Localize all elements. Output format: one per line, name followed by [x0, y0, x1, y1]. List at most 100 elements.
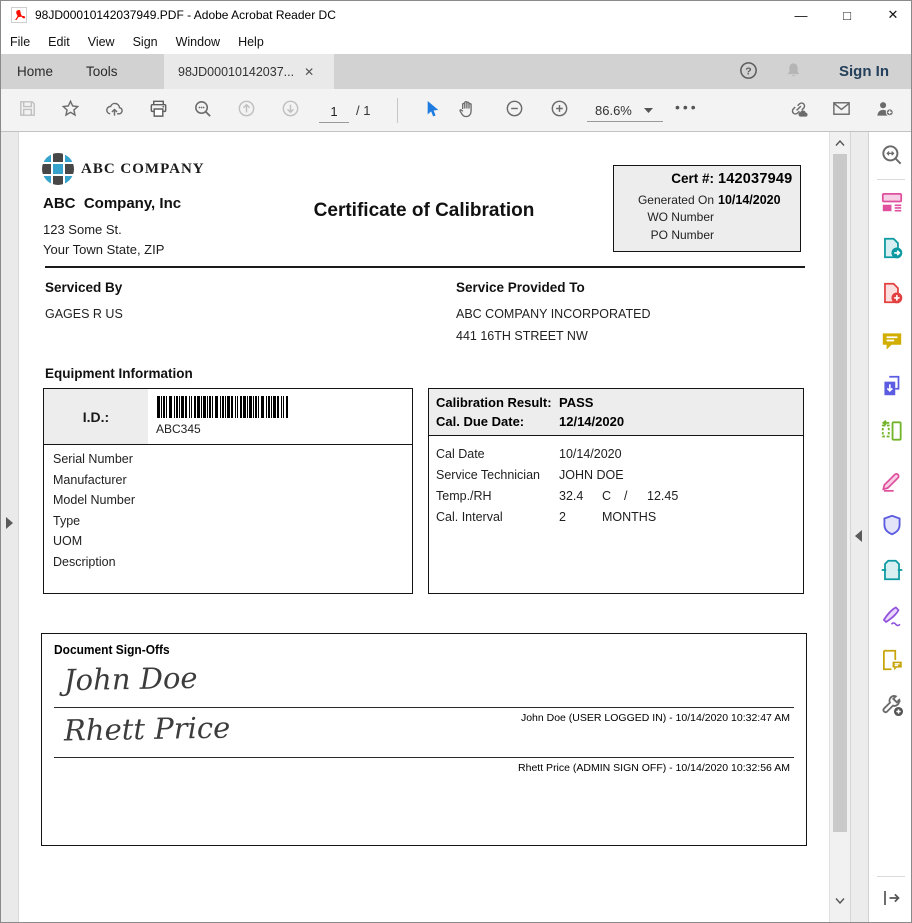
generated-on-value: 10/14/2020 — [718, 192, 781, 210]
search-tools-button[interactable] — [875, 141, 908, 174]
next-page-button[interactable] — [272, 93, 308, 128]
create-pdf-icon — [879, 280, 905, 311]
page-total-label: / 1 — [356, 103, 370, 118]
company-logo-text: ABC COMPANY — [81, 161, 205, 178]
fill-sign-pen-icon — [879, 602, 905, 633]
equipment-id-label: I.D.: — [44, 389, 148, 444]
zoom-out-icon — [504, 98, 525, 124]
home-tab[interactable]: Home — [17, 54, 53, 89]
export-pdf-button[interactable] — [875, 234, 908, 267]
equipment-fields: Serial Number Manufacturer Model Number … — [44, 445, 412, 575]
zoom-out-button[interactable] — [496, 93, 532, 128]
sign-in-button[interactable]: Sign In — [839, 54, 889, 89]
cal-interval-value: 2 — [559, 510, 566, 524]
barcode-image — [156, 396, 290, 423]
menu-item-window[interactable]: Window — [167, 35, 229, 49]
document-tab[interactable]: 98JD00010142037... ✕ — [164, 54, 334, 89]
save-button[interactable] — [9, 93, 45, 128]
service-provided-to-line1: ABC COMPANY INCORPORATED — [456, 307, 650, 321]
notifications-button[interactable] — [783, 54, 804, 89]
customize-panels-button[interactable] — [875, 188, 908, 221]
cert-number-label: Cert #: — [614, 170, 714, 188]
company-address-line1: 123 Some St. — [43, 222, 122, 237]
zoom-in-button[interactable] — [541, 93, 577, 128]
right-panel-collapse-icon — [855, 530, 862, 542]
menu-item-help[interactable]: Help — [229, 35, 273, 49]
fill-sign-button[interactable] — [875, 601, 908, 634]
expand-panel-icon — [880, 886, 904, 915]
hand-tool-icon — [456, 98, 477, 124]
select-tool-button[interactable] — [413, 93, 449, 128]
more-tools-button[interactable] — [875, 691, 908, 724]
close-button[interactable]: ✕ — [873, 1, 912, 29]
close-tab-icon[interactable]: ✕ — [304, 65, 314, 79]
chevron-down-icon — [644, 108, 653, 113]
acrobat-window: 98JD00010142037949.PDF - Adobe Acrobat R… — [0, 0, 912, 923]
cal-due-date-label: Cal. Due Date: — [436, 414, 524, 429]
protect-shield-icon — [879, 512, 905, 543]
scroll-down-button[interactable] — [830, 892, 850, 909]
menu-item-sign[interactable]: Sign — [124, 35, 167, 49]
page-number-input[interactable] — [319, 100, 349, 123]
email-icon — [831, 98, 852, 124]
maximize-button[interactable]: □ — [827, 1, 867, 29]
temp-value: 32.4 — [559, 489, 583, 503]
help-button[interactable]: ? — [738, 54, 759, 89]
get-link-button[interactable] — [780, 93, 816, 128]
more-tools-ellipsis-button[interactable]: ••• — [675, 99, 699, 115]
share-document-button[interactable] — [96, 93, 132, 128]
expand-tools-panel-button[interactable] — [875, 884, 908, 917]
cal-interval-label: Cal. Interval — [436, 510, 503, 524]
left-panel-expand-icon — [6, 517, 13, 529]
protect-button[interactable] — [875, 511, 908, 544]
search-button[interactable] — [184, 93, 220, 128]
zoom-level-value: 86.6% — [595, 103, 632, 118]
toolbar: / 1 86.6% ••• — [1, 89, 912, 132]
expand-left-panel-button[interactable] — [6, 517, 13, 529]
organize-pages-button[interactable] — [875, 417, 908, 450]
titlebar: 98JD00010142037949.PDF - Adobe Acrobat R… — [1, 1, 912, 29]
share-with-people-button[interactable] — [866, 93, 902, 128]
cert-number-value: 142037949 — [718, 171, 792, 189]
signature-line — [54, 707, 794, 708]
printer-icon — [148, 98, 169, 124]
tools-tab[interactable]: Tools — [86, 54, 118, 89]
create-pdf-button[interactable] — [875, 279, 908, 312]
zoom-level-dropdown[interactable]: 86.6% — [587, 100, 663, 122]
request-signatures-button[interactable] — [875, 646, 908, 679]
scrollbar-thumb[interactable] — [833, 154, 847, 832]
equipment-box: I.D.: ABC345 Serial Number Manufacturer … — [43, 388, 413, 594]
calibration-result-label: Calibration Result: — [436, 395, 552, 410]
hand-tool-button[interactable] — [448, 93, 484, 128]
vertical-scrollbar[interactable] — [829, 132, 850, 923]
compress-pdf-button[interactable] — [875, 556, 908, 589]
sidebar-divider — [877, 179, 905, 180]
combine-files-button[interactable] — [875, 372, 908, 405]
document-signoffs-heading: Document Sign-Offs — [54, 642, 170, 657]
menu-item-view[interactable]: View — [79, 35, 124, 49]
previous-page-button[interactable] — [228, 93, 264, 128]
comment-button[interactable] — [875, 327, 908, 360]
collapse-right-panel-button[interactable] — [855, 530, 862, 542]
equipment-field-serial-number: Serial Number — [53, 452, 412, 473]
cal-interval-unit: MONTHS — [602, 510, 656, 524]
email-button[interactable] — [823, 93, 859, 128]
export-pdf-icon — [879, 235, 905, 266]
menu-item-file[interactable]: File — [1, 35, 39, 49]
svg-text:?: ? — [745, 65, 751, 77]
menu-item-edit[interactable]: Edit — [39, 35, 79, 49]
request-signatures-icon — [879, 647, 905, 678]
equipment-id-value: ABC345 — [156, 422, 201, 436]
adobe-reader-icon — [11, 7, 27, 23]
favorites-button[interactable] — [52, 93, 88, 128]
calibration-header: Calibration Result: PASS Cal. Due Date: … — [429, 389, 803, 436]
generated-on-label: Generated On — [614, 192, 714, 210]
scroll-up-button[interactable] — [830, 134, 850, 151]
print-button[interactable] — [140, 93, 176, 128]
zoom-in-icon — [549, 98, 570, 124]
temp-rh-separator: / — [624, 489, 627, 503]
minimize-button[interactable]: — — [781, 1, 821, 29]
signature-rhett-price: Rhett Price — [64, 711, 231, 748]
edit-pdf-button[interactable] — [875, 466, 908, 499]
company-address-line2: Your Town State, ZIP — [43, 242, 164, 257]
